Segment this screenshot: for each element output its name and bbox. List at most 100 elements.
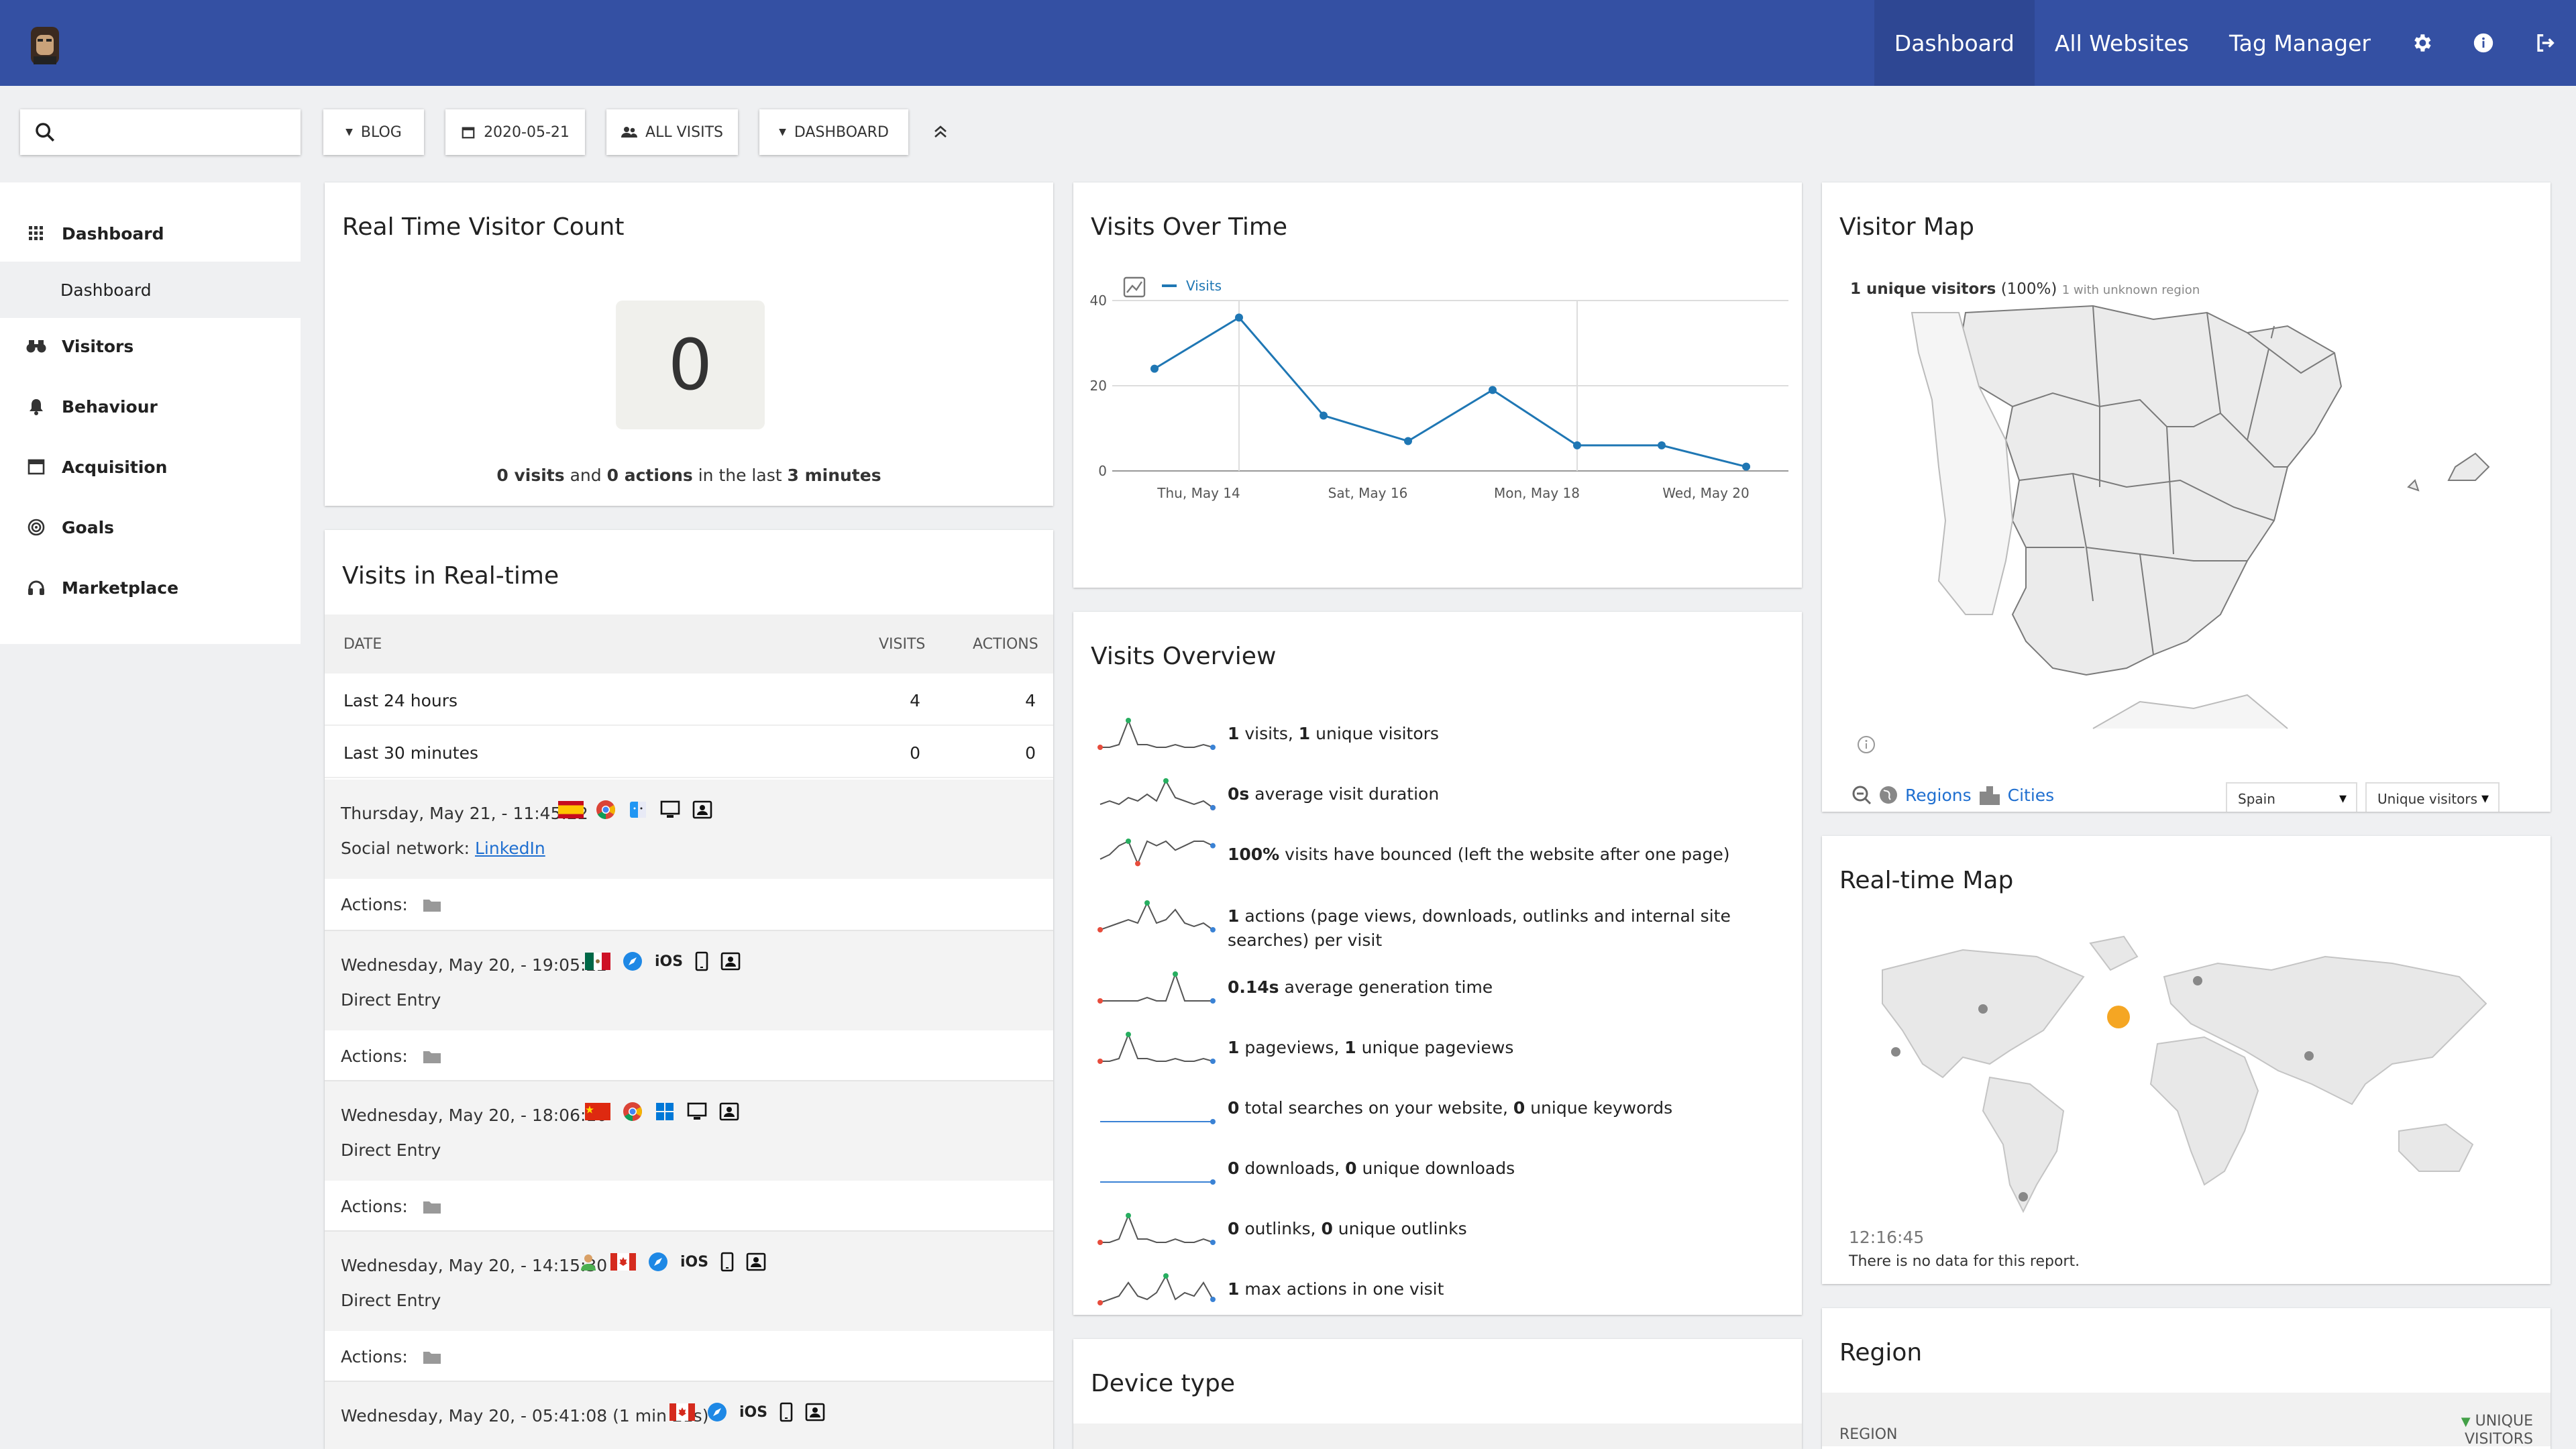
visit-entry[interactable]: Thursday, May 21, - 11:45:22 Social netw…: [325, 780, 1053, 930]
zoom-out-icon[interactable]: [1851, 785, 1872, 805]
folder-icon[interactable]: [423, 1199, 441, 1214]
overview-value: 0: [1321, 1219, 1333, 1238]
overview-value: 1: [1298, 724, 1311, 743]
smartphone-icon: [720, 1252, 734, 1272]
smartphone-icon: [695, 951, 708, 971]
y-tick-label: 20: [1090, 378, 1107, 394]
cities-link[interactable]: Cities: [2008, 786, 2055, 805]
settings-button[interactable]: [2391, 0, 2453, 86]
folder-icon[interactable]: [423, 1049, 441, 1064]
sparkline: [1100, 1119, 1216, 1124]
visits-count: 0 visits: [496, 466, 565, 485]
visit-entry[interactable]: Wednesday, May 20, - 14:15:30 iOS Direct…: [325, 1230, 1053, 1381]
visit-entry[interactable]: Wednesday, May 20, - 18:06:10 Direct Ent…: [325, 1080, 1053, 1230]
metric-select[interactable]: Unique visitors: [2365, 782, 2500, 812]
logout-button[interactable]: [2514, 0, 2576, 86]
overview-value: 0s: [1228, 784, 1250, 804]
widget-visits-overview: Visits Overview 1 visits, 1 unique visit…: [1073, 612, 1802, 1315]
sparkline-last-dot: [1210, 805, 1216, 810]
sidebar-item-acquisition[interactable]: Acquisition: [0, 440, 301, 494]
sparkline-last-dot: [1210, 1297, 1216, 1302]
sidebar-item-label: Dashboard: [62, 223, 164, 244]
user-avatar-logo[interactable]: [25, 24, 64, 67]
visit-entry[interactable]: Wednesday, May 20, - 19:05:22 iOS Direct…: [325, 930, 1053, 1080]
col-region[interactable]: REGION: [1839, 1426, 1898, 1443]
headphones-icon: [24, 580, 48, 596]
browser-window-icon: [24, 459, 48, 475]
search-input[interactable]: [20, 109, 301, 155]
overview-text: 1 actions (page views, downloads, outlin…: [1228, 904, 1791, 953]
sparkline-path: [1100, 971, 1213, 1002]
widget-title: Device type: [1091, 1370, 1235, 1397]
sidebar-item-marketplace[interactable]: Marketplace: [0, 561, 301, 614]
x-tick-label: Thu, May 14: [1157, 485, 1240, 501]
help-button[interactable]: [2453, 0, 2514, 86]
overview-value: 1: [1228, 724, 1240, 743]
visit-referrer: Direct Entry: [341, 1291, 441, 1310]
metric-select-value: Unique visitors: [2377, 791, 2477, 807]
realtime-map-clock: 12:16:45: [1849, 1228, 1925, 1247]
collapse-toolbar-button[interactable]: [928, 118, 953, 145]
sparkline: [1097, 718, 1216, 750]
widget-visits-realtime: Visits in Real-time DATE VISITS ACTIONS …: [325, 530, 1053, 1449]
overview-text: 0.14s average generation time: [1228, 975, 1791, 1000]
row-actions: 4: [1025, 691, 1036, 710]
overview-label: visits have bounced (left the website af…: [1279, 845, 1730, 864]
dashboard-selector-button[interactable]: ▼ DASHBOARD: [759, 109, 908, 155]
col-unique-line2: VISITORS: [2465, 1431, 2533, 1448]
world-map[interactable]: [1842, 930, 2540, 1225]
col-unique-line1: UNIQUE: [2475, 1413, 2533, 1430]
visitor-profile-icon: [692, 800, 712, 819]
sidebar-item-goals[interactable]: Goals: [0, 500, 301, 554]
folder-icon[interactable]: [423, 898, 441, 912]
col-visits: VISITS: [879, 636, 926, 653]
widget-title: Visits in Real-time: [342, 562, 559, 590]
visit-entry[interactable]: Wednesday, May 20, - 05:41:08 (1 min 21s…: [325, 1381, 1053, 1449]
widget-realtime-map: Real-time Map 12:16:45 There is no data …: [1822, 836, 2551, 1284]
data-point: [1658, 441, 1666, 449]
referrer-link[interactable]: LinkedIn: [475, 839, 545, 858]
visit-time: Wednesday, May 20, - 18:06:10: [341, 1106, 608, 1125]
sidebar-subitem-label: Dashboard: [60, 280, 152, 300]
overview-text: 1 max actions in one visit: [1228, 1277, 1791, 1301]
sparkline-path: [1099, 779, 1214, 808]
sidebar-item-visitors[interactable]: Visitors: [0, 319, 301, 373]
date-selector-button[interactable]: 2020-05-21: [445, 109, 585, 155]
widget-title: Real-time Map: [1839, 867, 2014, 894]
sparkline-max-dot: [1126, 1213, 1131, 1218]
info-icon[interactable]: [1857, 735, 1876, 754]
realtime-summary: 0 visits and 0 actions in the last 3 min…: [325, 466, 1053, 485]
info-icon: [2473, 33, 2493, 53]
overview-label: total searches on your website,: [1239, 1098, 1513, 1118]
site-selector-button[interactable]: ▼ BLOG: [323, 109, 424, 155]
returning-visitor-icon: [581, 1254, 596, 1271]
nav-all-websites[interactable]: All Websites: [2035, 0, 2209, 86]
segment-selector-button[interactable]: ALL VISITS: [606, 109, 738, 155]
sparkline-max-dot: [1126, 839, 1131, 844]
spain-region-map[interactable]: [1872, 266, 2542, 733]
x-tick-label: Wed, May 20: [1662, 485, 1749, 501]
country-select[interactable]: Spain: [2226, 782, 2357, 812]
actions-label: Actions:: [341, 1197, 408, 1216]
table-row[interactable]: Last 30 minutes 0 0: [325, 726, 1053, 778]
col-unique-visitors[interactable]: ▼ UNIQUE VISITORS: [2461, 1413, 2533, 1448]
site-selector-label: BLOG: [360, 123, 402, 141]
mac-os-icon: [630, 802, 646, 818]
folder-icon[interactable]: [423, 1350, 441, 1364]
nav-dashboard[interactable]: Dashboard: [1874, 0, 2035, 86]
visit-referrer: Direct Entry: [341, 1140, 441, 1160]
overview-text: 1 visits, 1 unique visitors: [1228, 722, 1791, 746]
realtime-counter: 0: [616, 301, 765, 429]
data-point: [1320, 411, 1328, 420]
table-row[interactable]: Last 24 hours 4 4: [325, 674, 1053, 726]
sparkline-min-dot: [1097, 1059, 1103, 1064]
widget-title: Real Time Visitor Count: [342, 213, 625, 241]
sidebar-subitem-dashboard[interactable]: Dashboard: [0, 262, 301, 318]
sidebar-item-behaviour[interactable]: Behaviour: [0, 380, 301, 433]
sidebar-item-dashboard[interactable]: Dashboard: [0, 207, 301, 260]
nav-tag-manager[interactable]: Tag Manager: [2209, 0, 2391, 86]
data-point: [1742, 462, 1750, 471]
users-icon: [621, 127, 638, 138]
widget-visitor-map: Visitor Map 1 unique visitors (100%) 1 w…: [1822, 182, 2551, 812]
regions-link[interactable]: Regions: [1905, 786, 1972, 805]
